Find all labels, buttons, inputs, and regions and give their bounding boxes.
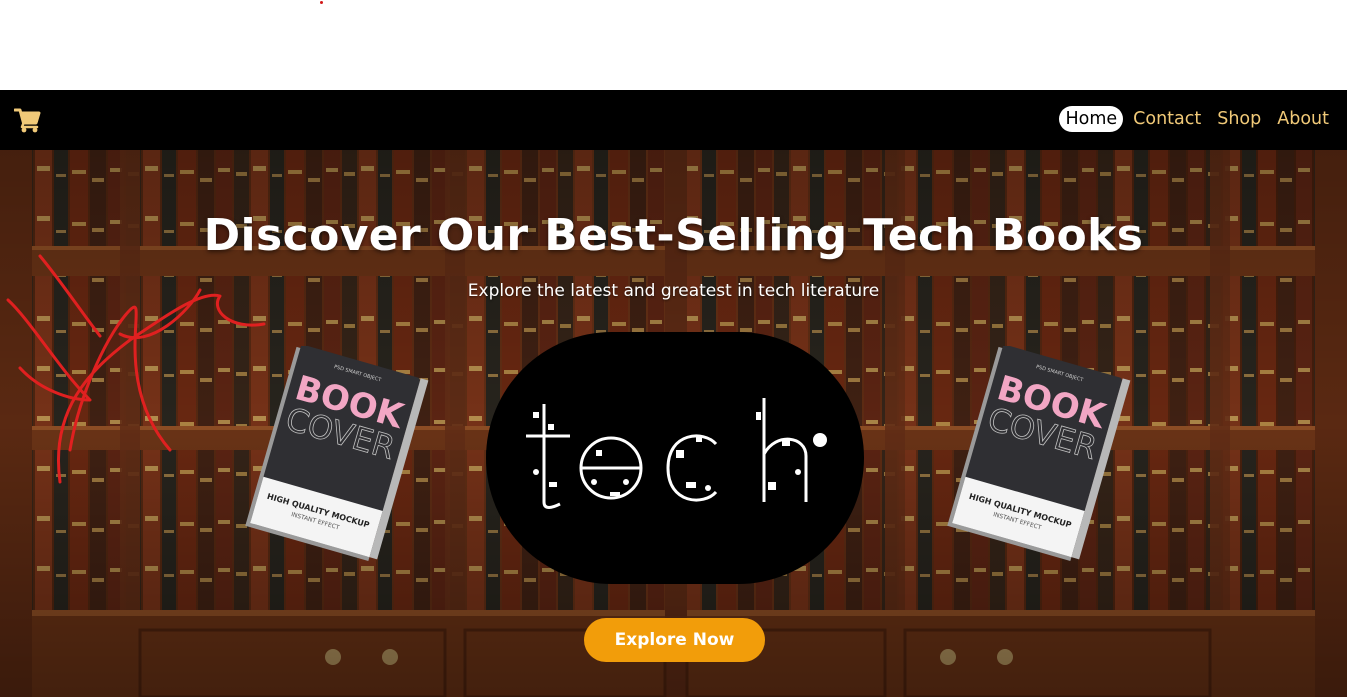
- book-cover-mockup-right: PSD SMART OBJECT BOOK COVER HIGH QUALITY…: [947, 346, 1131, 561]
- navbar: Home Contact Shop About: [0, 90, 1347, 150]
- tech-icons-logo: [526, 398, 827, 509]
- tech-logo-badge: [486, 332, 864, 584]
- stray-dot: [320, 1, 323, 4]
- nav-contact-link[interactable]: Contact: [1127, 106, 1207, 132]
- nav-links: Home Contact Shop About: [1059, 106, 1335, 132]
- page: Home Contact Shop About Discover Our Bes…: [0, 0, 1347, 697]
- nav-shop-link[interactable]: Shop: [1211, 106, 1267, 132]
- explore-now-button[interactable]: Explore Now: [584, 618, 765, 662]
- shopping-cart-icon[interactable]: [14, 107, 42, 133]
- nav-about-link[interactable]: About: [1271, 106, 1335, 132]
- nav-home-link[interactable]: Home: [1059, 106, 1124, 132]
- hero-section: Discover Our Best-Selling Tech Books Exp…: [0, 150, 1347, 697]
- book-cover-mockup-left: PSD SMART OBJECT BOOK COVER HIGH QUALITY…: [245, 346, 429, 561]
